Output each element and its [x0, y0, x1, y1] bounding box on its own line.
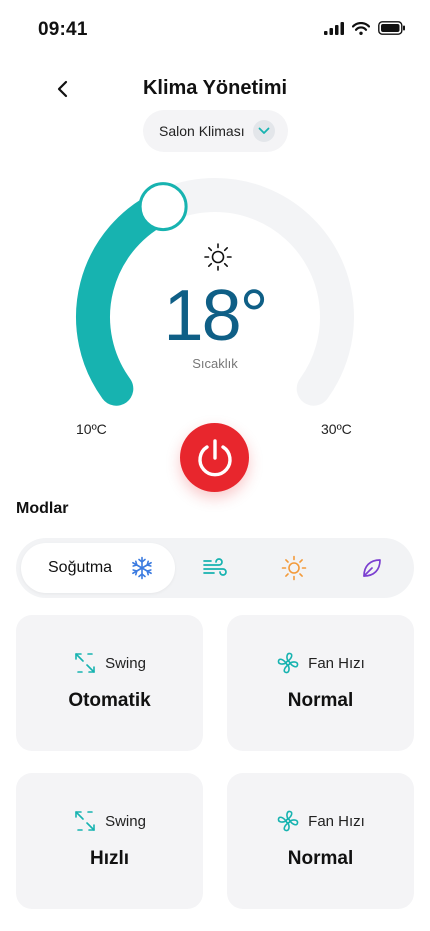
modes-title: Modlar — [16, 500, 69, 517]
power-button[interactable] — [180, 423, 249, 492]
sun-icon — [203, 242, 233, 272]
wifi-icon — [352, 21, 370, 35]
card-header: Fan Hızı — [227, 809, 414, 833]
swing-card[interactable]: Swing Hızlı — [16, 773, 203, 909]
temperature-value: 18° — [163, 276, 269, 356]
swing-card[interactable]: Swing Otomatik — [16, 615, 203, 751]
fan-speed-card[interactable]: Fan Hızı Normal — [227, 773, 414, 909]
card-value: Normal — [287, 848, 354, 869]
signal-icon — [324, 21, 344, 35]
fan-speed-card[interactable]: Fan Hızı Normal — [227, 615, 414, 751]
device-selector[interactable]: Salon Kliması — [143, 110, 288, 152]
temperature-dial[interactable]: 18° Sıcaklık — [60, 172, 370, 432]
leaf-icon — [363, 559, 381, 577]
temperature-caption: Sıcaklık — [192, 356, 238, 371]
card-value: Hızlı — [89, 848, 130, 869]
card-label: Swing — [105, 812, 146, 830]
card-header: Swing — [16, 651, 203, 675]
page-title: Klima Yönetimi — [142, 77, 288, 99]
status-time: 09:41 — [38, 19, 88, 40]
swing-icon — [75, 653, 95, 673]
mode-cooling-button[interactable]: Soğutma — [21, 543, 175, 593]
mode-fan-button[interactable] — [202, 555, 228, 581]
dial-handle[interactable] — [138, 182, 188, 232]
fan-icon — [277, 652, 299, 674]
min-temperature-label: 10ºC — [76, 421, 107, 437]
mode-cooling-label: Soğutma — [48, 559, 113, 576]
snowflake-icon — [132, 556, 152, 580]
sun-icon — [281, 555, 307, 581]
card-header: Swing — [16, 809, 203, 833]
mode-eco-button[interactable] — [359, 555, 385, 581]
modes-bar: Soğutma — [16, 538, 414, 598]
status-icons — [324, 21, 406, 35]
max-temperature-label: 30ºC — [321, 421, 352, 437]
power-icon — [197, 438, 232, 476]
card-value: Otomatik — [68, 690, 151, 711]
battery-icon — [378, 21, 405, 35]
card-label: Fan Hızı — [308, 654, 365, 672]
mode-heat-button[interactable] — [281, 555, 307, 581]
device-selector-label: Salon Kliması — [159, 123, 245, 139]
chevron-down-icon — [258, 127, 270, 134]
header: Klima Yönetimi — [0, 70, 430, 110]
fan-icon — [277, 810, 299, 832]
card-label: Swing — [105, 654, 146, 672]
device-selector-toggle — [253, 120, 275, 142]
card-label: Fan Hızı — [308, 812, 365, 830]
status-bar: 09:41 — [0, 0, 430, 60]
wind-icon — [203, 558, 227, 576]
swing-icon — [75, 811, 95, 831]
card-value: Normal — [287, 690, 354, 711]
card-header: Fan Hızı — [227, 651, 414, 675]
